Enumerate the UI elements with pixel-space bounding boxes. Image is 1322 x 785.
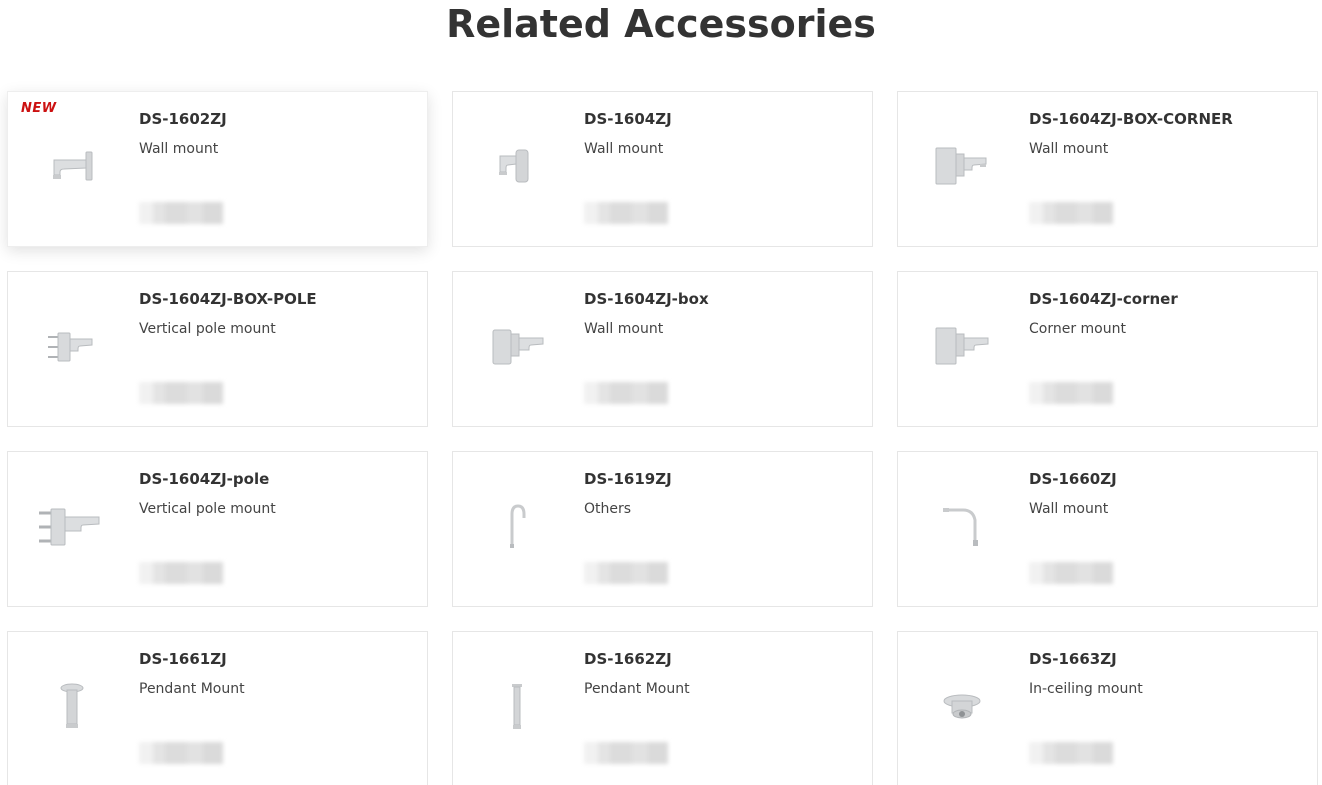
product-card[interactable]: DS-1661ZJ Pendant Mount bbox=[7, 631, 428, 785]
corner-mount-icon[interactable] bbox=[922, 302, 1002, 392]
product-type: Wall mount bbox=[584, 141, 664, 157]
page-title: Related Accessories bbox=[446, 2, 876, 46]
gooseneck-icon[interactable] bbox=[477, 482, 557, 572]
product-card[interactable]: DS-1604ZJ-pole Vertical pole mount bbox=[7, 451, 428, 607]
product-model[interactable]: DS-1619ZJ bbox=[584, 470, 672, 488]
product-card[interactable]: DS-1660ZJ Wall mount bbox=[897, 451, 1318, 607]
product-type: Pendant Mount bbox=[139, 681, 245, 697]
product-type: Pendant Mount bbox=[584, 681, 690, 697]
blurred-price bbox=[139, 742, 223, 764]
product-type: Wall mount bbox=[584, 321, 664, 337]
product-model[interactable]: DS-1604ZJ-corner bbox=[1029, 290, 1178, 308]
blurred-price bbox=[139, 382, 223, 404]
box-wall-mount-icon[interactable] bbox=[477, 302, 557, 392]
long-arm-mount-icon[interactable] bbox=[922, 482, 1002, 572]
product-model[interactable]: DS-1604ZJ-BOX-CORNER bbox=[1029, 110, 1233, 128]
product-model[interactable]: DS-1661ZJ bbox=[139, 650, 227, 668]
blurred-price bbox=[1029, 202, 1113, 224]
blurred-price bbox=[1029, 742, 1113, 764]
new-badge: NEW bbox=[21, 101, 57, 116]
product-card[interactable]: DS-1663ZJ In-ceiling mount bbox=[897, 631, 1318, 785]
pendant-short-icon[interactable] bbox=[32, 662, 112, 752]
pendant-long-icon[interactable] bbox=[477, 662, 557, 752]
blurred-price bbox=[1029, 562, 1113, 584]
product-model[interactable]: DS-1602ZJ bbox=[139, 110, 227, 128]
page: Related Accessories NEW DS-1602ZJ Wall m… bbox=[0, 0, 1322, 785]
product-type: In-ceiling mount bbox=[1029, 681, 1143, 697]
product-type: Wall mount bbox=[139, 141, 219, 157]
product-type: Corner mount bbox=[1029, 321, 1126, 337]
product-model[interactable]: DS-1660ZJ bbox=[1029, 470, 1117, 488]
product-card[interactable]: DS-1619ZJ Others bbox=[452, 451, 873, 607]
product-model[interactable]: DS-1604ZJ-box bbox=[584, 290, 709, 308]
wall-mount-short-icon[interactable] bbox=[477, 122, 557, 212]
product-card[interactable]: DS-1604ZJ-BOX-POLE Vertical pole mount bbox=[7, 271, 428, 427]
product-model[interactable]: DS-1604ZJ-BOX-POLE bbox=[139, 290, 317, 308]
product-type: Others bbox=[584, 501, 632, 517]
product-card[interactable]: DS-1604ZJ-corner Corner mount bbox=[897, 271, 1318, 427]
blurred-price bbox=[139, 202, 223, 224]
blurred-price bbox=[139, 562, 223, 584]
wall-mount-arm-icon[interactable] bbox=[32, 122, 112, 212]
product-type: Wall mount bbox=[1029, 501, 1109, 517]
in-ceiling-mount-icon[interactable] bbox=[922, 662, 1002, 752]
product-type: Wall mount bbox=[1029, 141, 1109, 157]
blurred-price bbox=[584, 382, 668, 404]
blurred-price bbox=[584, 562, 668, 584]
product-type: Vertical pole mount bbox=[139, 501, 276, 517]
product-card[interactable]: DS-1604ZJ Wall mount bbox=[452, 91, 873, 247]
product-model[interactable]: DS-1663ZJ bbox=[1029, 650, 1117, 668]
product-model[interactable]: DS-1604ZJ-pole bbox=[139, 470, 269, 488]
blurred-price bbox=[1029, 382, 1113, 404]
corner-box-mount-icon[interactable] bbox=[922, 122, 1002, 212]
product-model[interactable]: DS-1604ZJ bbox=[584, 110, 672, 128]
product-card[interactable]: DS-1662ZJ Pendant Mount bbox=[452, 631, 873, 785]
pole-box-mount-icon[interactable] bbox=[32, 302, 112, 392]
product-card[interactable]: DS-1604ZJ-box Wall mount bbox=[452, 271, 873, 427]
blurred-price bbox=[584, 202, 668, 224]
product-card[interactable]: DS-1604ZJ-BOX-CORNER Wall mount bbox=[897, 91, 1318, 247]
accessories-grid: NEW DS-1602ZJ Wall mount DS-1604ZJ Wall … bbox=[7, 91, 1318, 785]
product-model[interactable]: DS-1662ZJ bbox=[584, 650, 672, 668]
pole-mount-icon[interactable] bbox=[32, 482, 112, 572]
blurred-price bbox=[584, 742, 668, 764]
product-card[interactable]: NEW DS-1602ZJ Wall mount bbox=[7, 91, 428, 247]
product-type: Vertical pole mount bbox=[139, 321, 276, 337]
